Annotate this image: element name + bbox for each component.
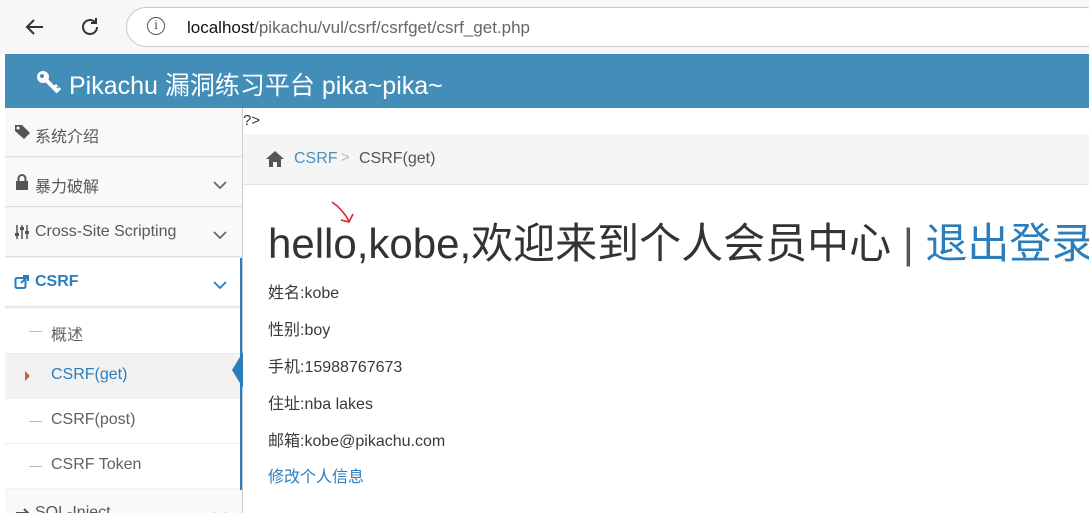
profile-phone: 手机:15988767673 bbox=[268, 359, 403, 376]
submenu-item-label: CSRF Token bbox=[51, 456, 142, 473]
stray-text: ?> bbox=[243, 112, 261, 129]
submenu-item-csrf-post[interactable]: CSRF(post) bbox=[5, 398, 242, 443]
chevron-down-icon bbox=[213, 177, 227, 195]
submenu-item-overview[interactable]: 概述 bbox=[5, 308, 242, 353]
submenu-dash bbox=[29, 331, 42, 332]
profile-gender: 性别:boy bbox=[268, 322, 331, 339]
sidebar-item-label: SQL-Inject bbox=[35, 504, 111, 513]
submenu-item-label: CSRF(get) bbox=[51, 366, 128, 383]
submenu-item-label: CSRF(post) bbox=[51, 411, 136, 428]
logout-link[interactable]: 退出登录 bbox=[925, 220, 1089, 267]
sidebar-item-label: 暴力破解 bbox=[35, 179, 100, 196]
welcome-heading: hello,kobe,欢迎来到个人会员中心 | 退出登录 bbox=[268, 218, 1089, 270]
caret-right-icon bbox=[25, 371, 30, 381]
chevron-down-icon bbox=[213, 277, 227, 295]
submenu-item-label: 概述 bbox=[51, 327, 84, 344]
breadcrumb-current: CSRF(get) bbox=[359, 150, 436, 167]
sidebar-item-csrf[interactable]: CSRF bbox=[5, 258, 242, 307]
sidebar-item-label: Cross-Site Scripting bbox=[35, 223, 177, 240]
key-icon bbox=[35, 68, 63, 99]
breadcrumb-separator: > bbox=[341, 149, 350, 166]
browser-toolbar: i localhost/pikachu/vul/csrf/csrfget/csr… bbox=[0, 0, 1089, 54]
sliders-icon bbox=[14, 224, 30, 245]
submenu-dash bbox=[29, 466, 42, 467]
chevron-down-icon bbox=[213, 508, 227, 513]
home-icon[interactable] bbox=[265, 150, 285, 173]
submenu-item-csrf-get[interactable]: CSRF(get) bbox=[5, 353, 242, 398]
heading-divider: | bbox=[902, 220, 914, 267]
sidebar-item-intro[interactable]: 系统介绍 bbox=[5, 108, 242, 157]
tags-icon bbox=[14, 124, 32, 145]
profile-email: 邮箱:kobe@pikachu.com bbox=[268, 433, 446, 450]
sidebar-item-xss[interactable]: Cross-Site Scripting bbox=[5, 208, 242, 257]
share-icon bbox=[14, 274, 30, 295]
url-path: /pikachu/vul/csrf/csrfget/csrf_get.php bbox=[254, 18, 531, 37]
greeting-text: hello,kobe,欢迎来到个人会员中心 bbox=[268, 220, 892, 267]
url-text[interactable]: localhost/pikachu/vul/csrf/csrfget/csrf_… bbox=[187, 18, 530, 38]
sidebar: 系统介绍 暴力破解 Cross-Site Scripting CSRF 概述 C… bbox=[5, 108, 243, 513]
address-bar[interactable]: i localhost/pikachu/vul/csrf/csrfget/csr… bbox=[126, 7, 1089, 47]
chevron-down-icon bbox=[213, 227, 227, 245]
active-item-marker bbox=[232, 352, 243, 388]
app-title[interactable]: Pikachu 漏洞练习平台 pika~pika~ bbox=[69, 66, 443, 102]
lock-icon bbox=[14, 174, 30, 195]
submenu-item-csrf-token[interactable]: CSRF Token bbox=[5, 443, 242, 488]
arrows-icon bbox=[14, 505, 30, 513]
sidebar-item-brute-force[interactable]: 暴力破解 bbox=[5, 158, 242, 207]
edit-profile-link[interactable]: 修改个人信息 bbox=[268, 463, 364, 487]
profile-name: 姓名:kobe bbox=[268, 285, 340, 302]
reload-icon[interactable] bbox=[75, 12, 105, 42]
url-host: localhost bbox=[187, 18, 255, 37]
back-arrow-icon[interactable] bbox=[20, 12, 50, 42]
breadcrumb: CSRF > CSRF(get) bbox=[243, 134, 1089, 185]
app-header: Pikachu 漏洞练习平台 pika~pika~ bbox=[5, 54, 1089, 108]
profile-address: 住址:nba lakes bbox=[268, 396, 373, 413]
sidebar-item-sql-inject[interactable]: SQL-Inject bbox=[5, 489, 242, 513]
submenu-dash bbox=[29, 421, 42, 422]
sidebar-item-label: CSRF bbox=[35, 273, 79, 290]
sidebar-item-label: 系统介绍 bbox=[35, 129, 100, 146]
info-icon[interactable]: i bbox=[147, 17, 165, 35]
breadcrumb-csrf-link[interactable]: CSRF bbox=[294, 150, 338, 168]
